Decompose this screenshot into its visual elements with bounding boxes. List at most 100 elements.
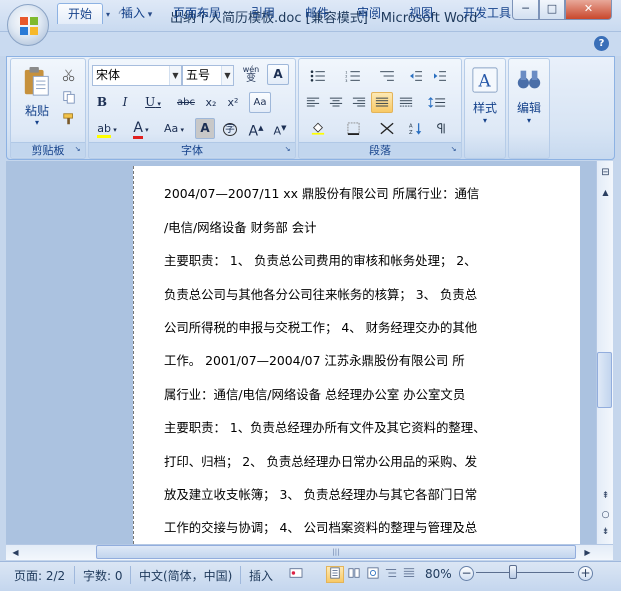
- subscript-button[interactable]: x₂: [201, 92, 221, 113]
- chinese-layout-button[interactable]: [371, 118, 403, 139]
- borders-button[interactable]: [337, 118, 369, 139]
- numbering-button[interactable]: 123: [337, 65, 369, 86]
- tab-mailings[interactable]: 邮件: [294, 3, 340, 24]
- bullets-icon: [310, 70, 325, 82]
- zoom-slider-track[interactable]: [476, 572, 574, 573]
- tab-page-layout[interactable]: 页面布局: [164, 3, 230, 24]
- scroll-left-icon[interactable]: ◀: [8, 545, 23, 560]
- line-spacing-button[interactable]: [421, 92, 453, 113]
- svg-text:Z: Z: [409, 130, 413, 135]
- binoculars-icon: [517, 70, 541, 89]
- underline-button[interactable]: U ▾: [139, 92, 167, 113]
- macro-record-icon[interactable]: [287, 566, 305, 583]
- align-center-button[interactable]: [325, 92, 347, 113]
- multilevel-list-icon: [380, 71, 394, 81]
- view-ruler-toggle-icon[interactable]: ⊟: [598, 165, 613, 180]
- clipboard-dialog-launcher-icon[interactable]: ↘: [73, 145, 82, 154]
- tab-view[interactable]: 视图: [398, 3, 444, 24]
- bold-button[interactable]: B: [92, 92, 112, 113]
- svg-text:A: A: [409, 124, 413, 130]
- office-button[interactable]: [7, 4, 49, 46]
- word-count[interactable]: 字数: 0: [83, 567, 123, 584]
- draft-view-icon[interactable]: [400, 566, 418, 583]
- language-indicator[interactable]: 中文(简体，中国): [139, 567, 232, 584]
- print-layout-view-icon[interactable]: [326, 566, 344, 583]
- paragraph-dialog-launcher-icon[interactable]: ↘: [449, 145, 458, 154]
- full-screen-reading-view-icon[interactable]: [345, 566, 363, 583]
- enclose-characters-icon: 字: [223, 123, 237, 136]
- phonetic-guide-char: 变: [246, 73, 256, 84]
- tab-references[interactable]: 引用: [240, 3, 286, 24]
- document-line: 主要职责： 1、负责总经理办所有文件及其它资料的整理、: [164, 420, 486, 435]
- clear-formatting-button[interactable]: Aa: [249, 92, 271, 113]
- document-line: 主要职责： 1、 负责总公司费用的审核和帐务处理； 2、: [164, 253, 477, 268]
- vertical-scroll-thumb[interactable]: [597, 352, 612, 408]
- decrease-indent-button[interactable]: [405, 65, 427, 86]
- svg-text:3: 3: [345, 79, 347, 82]
- strikethrough-button[interactable]: abc: [174, 92, 198, 113]
- distributed-icon: [399, 97, 413, 107]
- increase-indent-button[interactable]: [429, 65, 451, 86]
- styles-button[interactable]: A 样式 ▾: [467, 63, 503, 139]
- align-right-button[interactable]: [348, 92, 370, 113]
- close-icon: ✕: [583, 2, 594, 15]
- paste-button[interactable]: 粘贴 ▾: [16, 63, 58, 135]
- zoom-slider-thumb[interactable]: [509, 565, 517, 579]
- grow-font-button[interactable]: A▲: [245, 118, 267, 140]
- superscript-button[interactable]: x²: [223, 92, 243, 113]
- previous-page-icon[interactable]: ⇞: [598, 489, 613, 504]
- multilevel-list-button[interactable]: [371, 65, 403, 86]
- maximize-button[interactable]: □: [539, 0, 565, 20]
- cut-button[interactable]: [59, 64, 79, 85]
- change-case-button[interactable]: Aa ▾: [159, 118, 189, 139]
- zoom-out-icon[interactable]: −: [459, 566, 474, 581]
- sort-button[interactable]: AZ: [405, 118, 427, 139]
- align-left-button[interactable]: [302, 92, 324, 113]
- font-group-label: 字体 ↘: [89, 142, 295, 157]
- bullets-button[interactable]: [302, 65, 334, 86]
- font-dialog-launcher-icon[interactable]: ↘: [283, 145, 292, 154]
- clipboard-group: 粘贴 ▾ 剪贴板 ↘: [10, 58, 86, 159]
- shading-button[interactable]: [302, 118, 334, 139]
- maximize-icon: □: [546, 2, 558, 15]
- web-layout-view-icon[interactable]: [364, 566, 382, 583]
- editing-button[interactable]: 编辑 ▾: [511, 63, 547, 139]
- insert-mode-indicator[interactable]: 插入: [249, 567, 273, 584]
- paragraph-group-label: 段落 ↘: [299, 142, 461, 157]
- document-line: 属行业：通信/电信/网络设备 总经理办公室 办公室文员: [164, 387, 466, 402]
- shrink-font-button[interactable]: A▼: [269, 118, 291, 139]
- font-name-dropdown[interactable]: 宋体 ▼: [92, 65, 182, 86]
- scroll-up-icon[interactable]: ▲: [598, 185, 613, 200]
- next-page-icon[interactable]: ⇟: [598, 525, 613, 540]
- horizontal-scroll-thumb[interactable]: |||: [96, 545, 576, 559]
- highlight-button[interactable]: ab ▾: [92, 118, 122, 139]
- help-icon[interactable]: ?: [594, 36, 609, 51]
- justify-button[interactable]: [371, 92, 393, 113]
- close-button[interactable]: ✕: [565, 0, 612, 20]
- scroll-right-icon[interactable]: ▶: [580, 545, 595, 560]
- tab-developer[interactable]: 开发工具: [454, 3, 520, 24]
- font-color-button[interactable]: A ▾: [127, 118, 155, 139]
- tab-insert[interactable]: 插入: [110, 3, 156, 24]
- italic-button[interactable]: I: [115, 92, 135, 113]
- character-shading-button[interactable]: A: [195, 118, 215, 139]
- align-right-icon: [352, 97, 366, 107]
- enclose-characters-button[interactable]: 字: [219, 118, 241, 139]
- line-spacing-icon: [428, 97, 446, 108]
- page-count[interactable]: 页面: 2/2: [14, 567, 65, 584]
- format-painter-button[interactable]: [59, 108, 79, 129]
- distributed-button[interactable]: [395, 92, 417, 113]
- tab-review[interactable]: 审阅: [346, 3, 392, 24]
- phonetic-guide-button[interactable]: wén 变: [239, 64, 263, 85]
- character-border-button[interactable]: A: [267, 64, 289, 85]
- paint-bucket-icon: [311, 122, 325, 135]
- zoom-in-icon[interactable]: +: [578, 566, 593, 581]
- numbering-icon: 123: [345, 70, 360, 83]
- show-hide-marks-button[interactable]: [431, 118, 453, 139]
- select-browse-object-icon[interactable]: ○: [598, 508, 613, 523]
- outline-view-icon[interactable]: [382, 566, 400, 583]
- font-size-dropdown[interactable]: 五号 ▼: [182, 65, 234, 86]
- tab-home[interactable]: 开始: [57, 3, 103, 24]
- zoom-level[interactable]: 80%: [425, 567, 452, 581]
- copy-button[interactable]: [59, 86, 79, 107]
